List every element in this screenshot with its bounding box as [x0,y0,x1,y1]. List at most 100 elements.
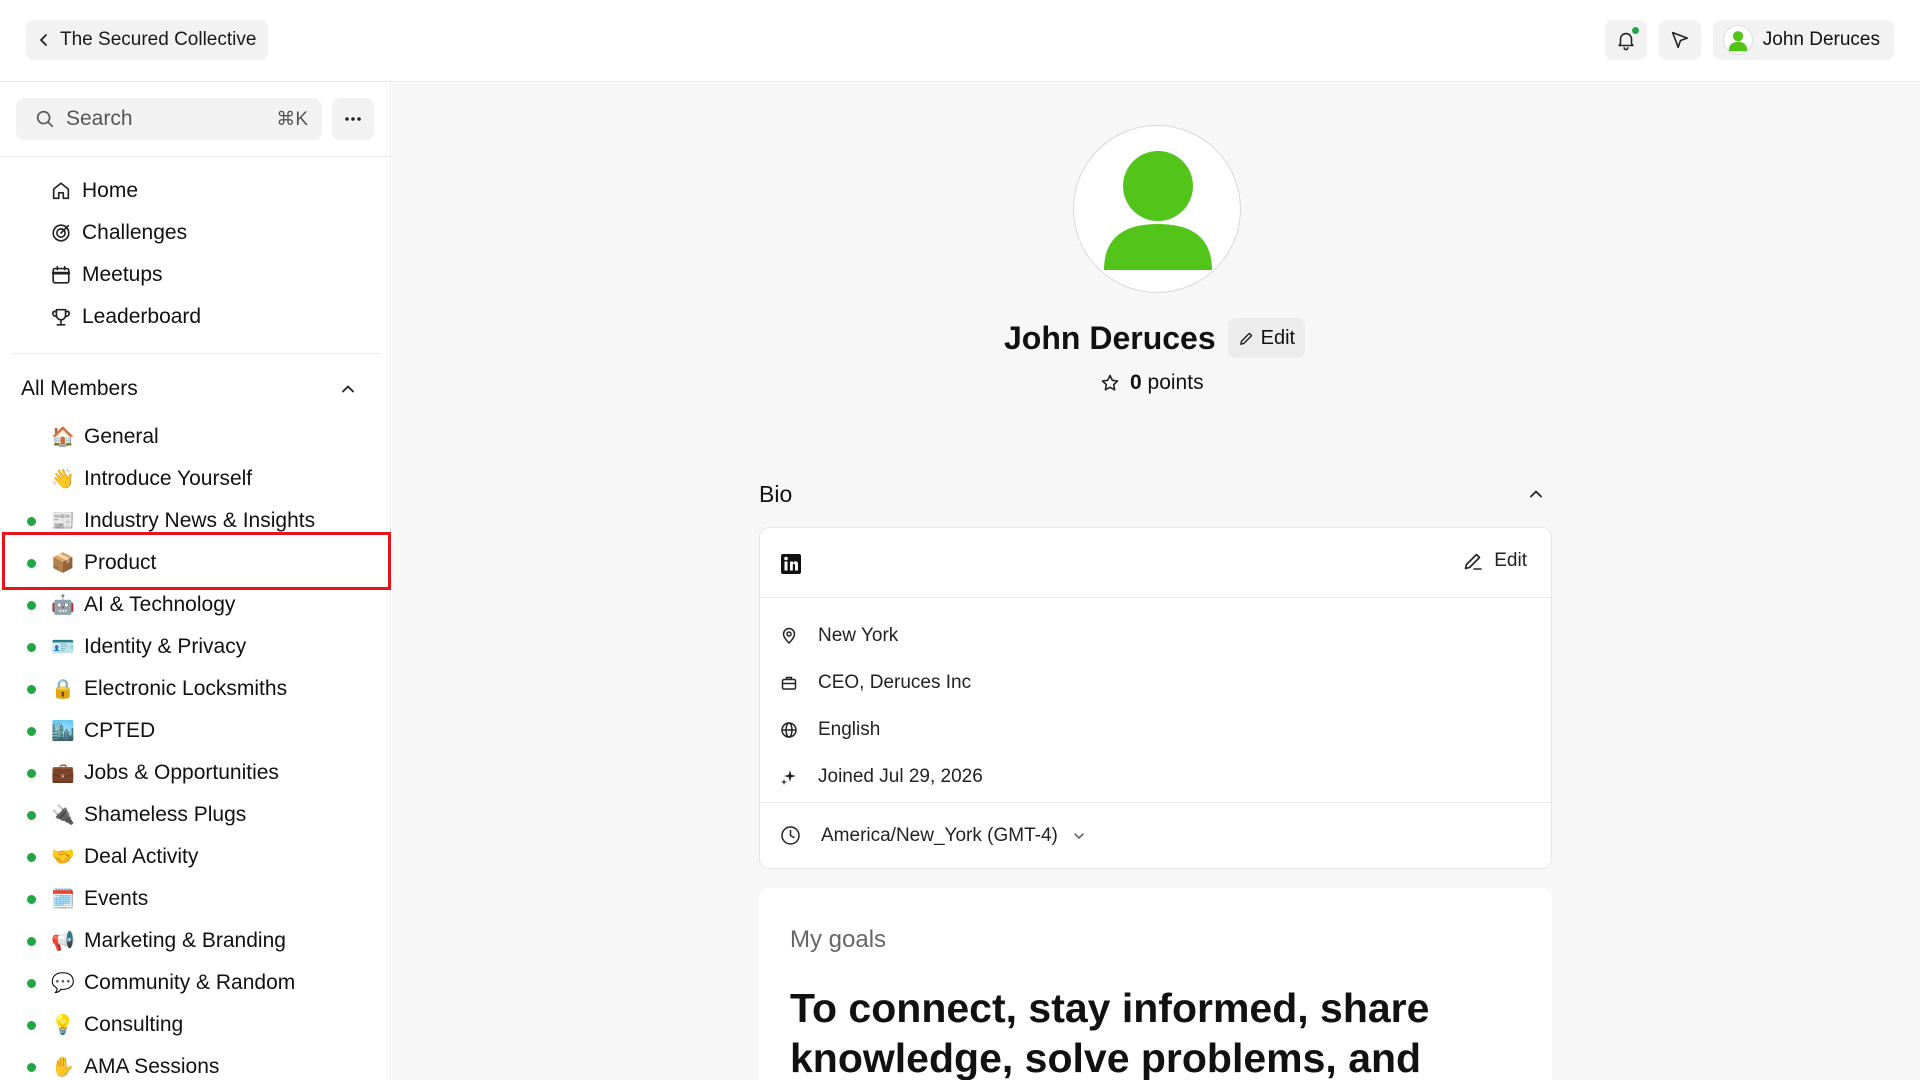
profile-name-row: John Deruces Edit [1004,311,1306,365]
nav-item-label: Meetups [82,263,163,286]
channel-general[interactable]: 🏠 General [0,416,391,458]
back-button[interactable]: The Secured Collective [26,20,269,60]
timezone-value: America/New_York (GMT-4) [821,824,1058,846]
notifications-button[interactable] [1604,20,1647,60]
bio-position: CEO, Deruces Inc [818,671,972,693]
channel-label: AI & Technology [84,593,236,616]
search-input[interactable]: Search ⌘K [16,98,322,140]
goals-text: To connect, stay informed, share knowled… [790,985,1430,1080]
channel-label: Consulting [84,1013,184,1036]
channel-ai-technology[interactable]: 🤖 AI & Technology [0,584,391,626]
waving-hand-icon: 👋 [51,469,75,490]
all-members-header[interactable]: All Members [21,374,357,404]
user-name: John Deruces [1762,29,1880,50]
newspaper-icon: 📰 [51,511,75,532]
sparkles-icon [781,769,796,785]
unread-dot [27,768,36,778]
top-bar: The Secured Collective John Deruces [0,0,1920,82]
channel-label: Marketing & Branding [84,929,286,952]
globe-icon [781,721,797,738]
handshake-icon: 🤝 [51,847,75,868]
nav-item-home[interactable]: Home [50,170,201,212]
search-placeholder: Search [66,107,133,130]
bio-location: New York [818,624,899,646]
nav-item-challenges[interactable]: Challenges [50,212,201,254]
nav-item-label: Leaderboard [82,305,202,328]
trophy-icon [52,308,70,326]
channel-electronic-locksmiths[interactable]: 🔒 Electronic Locksmiths [0,668,391,710]
bio-language: English [818,718,881,740]
unread-dot [27,726,36,736]
chevron-up-icon [342,385,354,393]
briefcase-icon: 💼 [51,763,75,784]
channel-label: Identity & Privacy [84,635,247,658]
bio-card: Edit New York CEO, Deruces Inc English J… [759,527,1552,869]
channel-events[interactable]: 🗓️ Events [0,878,391,920]
bio-location-row: New York [780,612,983,659]
more-options-button[interactable] [332,98,374,140]
unread-dot [27,516,36,526]
unread-dot [27,936,36,946]
direct-messages-button[interactable] [1658,20,1701,60]
channel-label: Industry News & Insights [84,509,316,532]
channel-jobs-opportunities[interactable]: 💼 Jobs & Opportunities [0,752,391,794]
unread-dot [27,684,36,694]
user-icon [1104,151,1212,270]
channel-deal-activity[interactable]: 🤝 Deal Activity [0,836,391,878]
divider [12,353,382,354]
timezone-select[interactable]: America/New_York (GMT-4) [760,802,1551,868]
more-horizontal-icon [345,117,361,121]
edit-profile-button[interactable]: Edit [1227,318,1306,358]
unread-dot [27,1062,36,1072]
linkedin-icon[interactable] [780,553,802,575]
nav-item-leaderboard[interactable]: Leaderboard [50,296,201,338]
channel-shameless-plugs[interactable]: 🔌 Shameless Plugs [0,794,391,836]
send-icon [1671,31,1688,49]
channel-identity-privacy[interactable]: 🪪 Identity & Privacy [0,626,391,668]
chevron-up-icon [1530,490,1542,498]
sidebar: Search ⌘K Home Challenges Meetups Leader… [0,82,391,1080]
channel-consulting[interactable]: 💡 Consulting [0,1004,391,1046]
divider [0,156,391,157]
pencil-icon [1464,553,1483,570]
unread-dot [27,894,36,904]
points-display: 0 points [1100,371,1204,395]
channel-label: Shameless Plugs [84,803,247,826]
profile-name: John Deruces [1004,319,1216,356]
channel-ama-sessions[interactable]: ✋ AMA Sessions [0,1046,391,1080]
bio-title: Bio [759,480,793,507]
profile-avatar[interactable] [1073,125,1241,293]
chevron-down-icon [1074,832,1084,839]
back-button-label: The Secured Collective [60,29,257,50]
raised-hand-icon: ✋ [51,1057,75,1078]
profile-main: John Deruces Edit 0 points Bio Edit New … [392,83,1920,1080]
plug-icon: 🔌 [51,805,75,826]
channel-cpted[interactable]: 🏙️ CPTED [0,710,391,752]
lock-icon: 🔒 [51,679,75,700]
nav-item-meetups[interactable]: Meetups [50,254,201,296]
map-pin-icon [782,627,796,644]
channel-community-random[interactable]: 💬 Community & Random [0,962,391,1004]
unread-dot [27,600,36,610]
search-shortcut: ⌘K [276,108,308,130]
calendar-emoji-icon: 🗓️ [51,889,75,910]
briefcase-icon [781,676,797,690]
pencil-icon [1239,332,1252,345]
light-bulb-icon: 💡 [51,1015,75,1036]
home-icon [52,182,70,200]
user-menu-button[interactable]: John Deruces [1712,20,1894,60]
channel-label: Community & Random [84,971,296,994]
channel-introduce-yourself[interactable]: 👋 Introduce Yourself [0,458,391,500]
bio-language-row: English [780,706,983,753]
channel-marketing-branding[interactable]: 📢 Marketing & Branding [0,920,391,962]
main-nav: Home Challenges Meetups Leaderboard [50,170,201,338]
all-members-label: All Members [21,377,138,400]
channel-label: Deal Activity [84,845,199,868]
bio-position-row: CEO, Deruces Inc [780,659,983,706]
robot-icon: 🤖 [51,595,75,616]
edit-bio-button[interactable]: Edit [1462,550,1527,572]
channel-list: 🏠 General 👋 Introduce Yourself 📰 Industr… [0,416,391,1080]
id-card-icon: 🪪 [51,637,75,658]
bio-section-header[interactable]: Bio [759,476,1545,512]
points-value: 0 [1130,371,1142,394]
